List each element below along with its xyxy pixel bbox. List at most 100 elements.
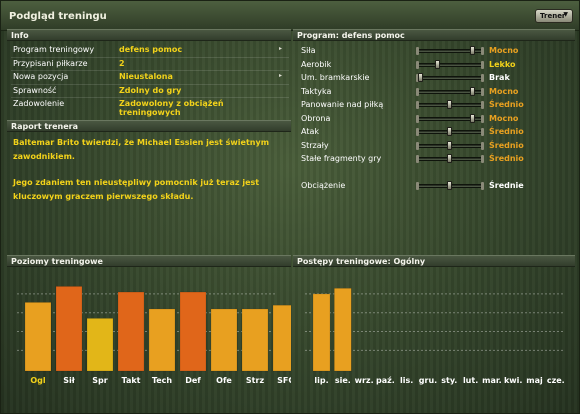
info-label: Zadowolenie (13, 99, 65, 108)
intensity-slider[interactable] (416, 140, 484, 150)
info-row[interactable]: Nowa pozycja Nieustalona ▸ (13, 71, 287, 84)
intensity-slider[interactable] (416, 154, 484, 163)
slider-handle[interactable] (447, 127, 452, 136)
slider-max-cap (481, 101, 484, 109)
tick-label: paź. (376, 376, 395, 385)
slider-handle[interactable] (470, 113, 476, 123)
tick-label: gru. (419, 376, 437, 385)
info-header: Info (7, 29, 291, 41)
program-row: Atak Średnio (301, 126, 573, 139)
program-row: Um. bramkarskie Brak (301, 72, 573, 85)
tick-label: Tech (152, 376, 173, 385)
program-item-label: Aerobik (301, 59, 332, 69)
tick-label: lip. (314, 376, 328, 385)
slider-max-cap (481, 87, 484, 96)
slider-max-cap (481, 155, 484, 163)
bar-sfg (272, 304, 291, 372)
slider-handle[interactable] (418, 73, 423, 82)
coach-report: Baltemar Brito twierdzi, że Michael Essi… (13, 136, 285, 216)
bar-ogl (24, 302, 52, 372)
program-row: Obrona Mocno (301, 113, 573, 126)
tick-label: SFG (277, 376, 291, 385)
slider-max-cap (481, 74, 484, 82)
info-value: Zdolny do gry (119, 85, 182, 95)
intensity-slider[interactable] (416, 113, 484, 123)
intensity-level: Średnio (489, 140, 524, 150)
intensity-level: Średnio (489, 154, 524, 163)
intensity-slider[interactable] (416, 100, 484, 109)
tick-label: Def (185, 376, 201, 385)
info-row: Zadowolenie Zadowolony z obciążeń trening… (13, 98, 287, 117)
chevron-down-icon: ▼ (563, 11, 568, 18)
program-row: Stałe fragmenty gry Średnio (301, 153, 573, 166)
info-row: Przypisani piłkarze 2 (13, 58, 287, 71)
slider-min-cap (416, 87, 419, 96)
info-row[interactable]: Program treningowy defens pomoc ▸ (13, 44, 287, 57)
program-row: Siła Mocno (301, 45, 573, 58)
intensity-level: Lekko (489, 59, 516, 69)
dropdown-arrow-icon[interactable]: ▸ (279, 72, 282, 79)
tick-label: Ogl (30, 376, 46, 385)
intensity-slider[interactable] (416, 181, 484, 190)
tick-label: maj (526, 376, 543, 385)
bar-strz (241, 308, 269, 372)
slider-max-cap (481, 60, 484, 69)
slider-min-cap (416, 128, 419, 136)
program-header: Program: defens pomoc (293, 29, 575, 41)
info-label: Sprawność (13, 85, 57, 95)
coach-dropdown-button[interactable]: Trener ▼ (535, 9, 573, 23)
tick-label: mar. (482, 376, 502, 385)
intensity-slider[interactable] (416, 127, 484, 136)
title-bar: Podgląd treningu Trener ▼ (1, 1, 579, 31)
slider-handle[interactable] (447, 140, 452, 150)
program-item-label: Obrona (301, 113, 331, 123)
tick-label: wrz. (355, 376, 374, 385)
program-item-label: Panowanie nad piłką (301, 100, 384, 109)
coach-button-label: Trener (540, 12, 566, 20)
training-preview-window: Podgląd treningu Trener ▼ Info Program t… (0, 0, 580, 414)
tick-label: Spr (92, 376, 107, 385)
program-row: Strzały Średnio (301, 140, 573, 153)
report-header-label: Raport trenera (11, 122, 78, 131)
bar-sie (334, 288, 352, 372)
intensity-level: Średnie (489, 181, 524, 190)
slider-handle[interactable] (447, 154, 452, 163)
info-value: 2 (119, 58, 125, 68)
program-row: Panowanie nad piłką Średnio (301, 99, 573, 112)
program-item-label: Strzały (301, 140, 329, 150)
slider-handle[interactable] (447, 181, 452, 190)
slider-handle[interactable] (447, 100, 452, 109)
info-value[interactable]: defens pomoc (119, 45, 182, 54)
slider-max-cap (481, 182, 484, 190)
intensity-level: Mocno (489, 86, 519, 96)
program-item-label: Atak (301, 127, 320, 136)
slider-min-cap (416, 47, 419, 55)
intensity-slider[interactable] (416, 46, 484, 55)
bar-ofe (210, 308, 238, 372)
slider-handle[interactable] (470, 46, 476, 55)
slider-handle[interactable] (470, 86, 476, 96)
program-item-label: Um. bramkarskie (301, 73, 370, 82)
intensity-slider[interactable] (416, 86, 484, 96)
intensity-slider[interactable] (416, 73, 484, 82)
tick-label: cze. (547, 376, 565, 385)
slider-min-cap (416, 60, 419, 69)
progress-chart-header: Postępy treningowe: Ogólny (293, 255, 575, 267)
bar-spr (86, 318, 114, 372)
intensity-slider[interactable] (416, 59, 484, 69)
slider-min-cap (416, 101, 419, 109)
info-value[interactable]: Nieustalona (119, 72, 173, 81)
bar-def (179, 291, 207, 372)
program-header-label: Program: defens pomoc (297, 31, 405, 40)
dropdown-arrow-icon[interactable]: ▸ (279, 45, 282, 52)
tick-label: Ofe (216, 376, 232, 385)
slider-handle[interactable] (435, 59, 441, 69)
bar-sił (55, 286, 83, 372)
bar-tech (148, 308, 176, 372)
tick-label: Takt (122, 376, 141, 385)
tick-label: lis. (400, 376, 413, 385)
bar-takt (117, 291, 145, 372)
info-header-label: Info (11, 31, 29, 40)
tick-label: lut. (463, 376, 478, 385)
program-row: Taktyka Mocno (301, 86, 573, 99)
